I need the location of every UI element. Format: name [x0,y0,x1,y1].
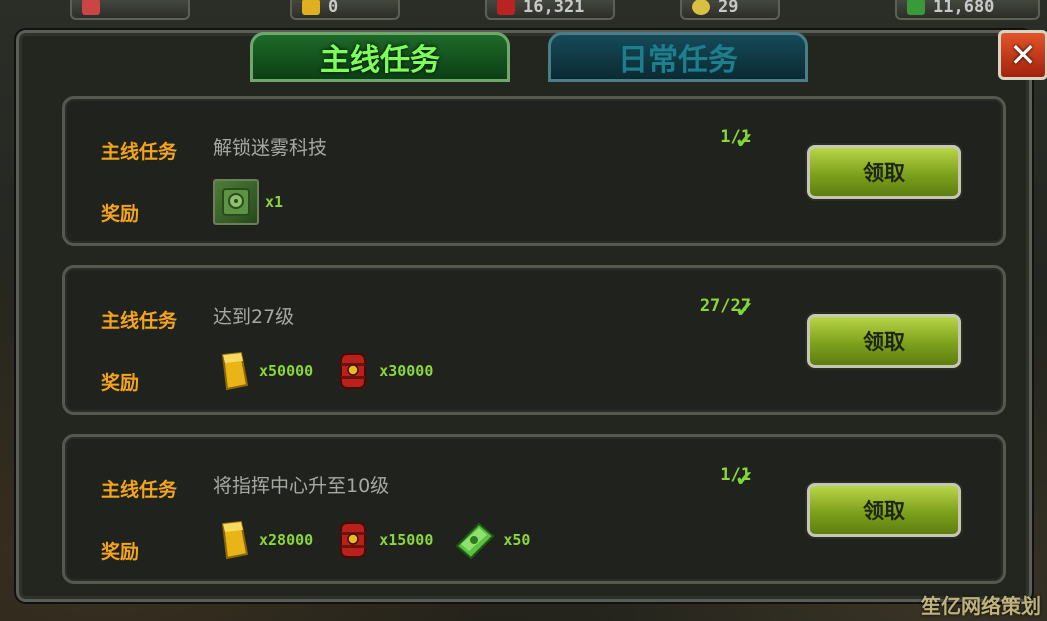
uranium-icon [692,0,710,15]
quest-card: 主线任务 达到27级 27/27 ✔ 奖励 x50000 x30000 领取 [62,265,1006,415]
quest-description: 解锁迷雾科技 [213,137,328,159]
reward-amount: x50000 [259,362,314,380]
gold-icon [302,0,320,15]
resource-bar: 0 16,321 29 11,680 [0,0,1047,26]
watermark: 笙亿网络策划 [921,594,1041,618]
claim-button[interactable]: 领取 [807,145,961,199]
reward-label: 奖励 [101,203,140,225]
reward-amount: x30000 [379,362,434,380]
reward-label: 奖励 [101,541,140,563]
quest-type-label: 主线任务 [101,141,178,163]
quest-type-label: 主线任务 [101,310,178,332]
check-icon: ✔ [735,298,754,323]
check-icon: ✔ [735,129,754,154]
close-button[interactable]: ✕ [998,30,1047,80]
oil-barrel-icon [340,522,367,558]
reward-item: x50000 [213,349,313,393]
resource-slot-1 [70,0,190,20]
cash-icon [907,0,925,15]
resource-slot-4: 29 [680,0,780,20]
resource-value: 29 [718,0,739,17]
quest-card: 主线任务 解锁迷雾科技 1/1 ✔ 奖励 x1 领取 [62,96,1006,246]
reward-list: x1 [213,177,303,227]
tech-book-icon [213,179,259,225]
quest-type-label: 主线任务 [101,479,178,501]
check-icon: ✔ [735,467,754,492]
reward-item: x50 [453,518,530,562]
reward-amount: x50 [503,531,531,549]
resource-value: 0 [328,0,339,17]
reward-amount: x15000 [379,531,434,549]
reward-amount: x28000 [259,531,314,549]
quest-card: 主线任务 将指挥中心升至10级 1/1 ✔ 奖励 x28000 x15000 x… [62,434,1006,584]
resource-slot-5: 11,680 [895,0,1040,20]
reward-amount: x1 [265,193,284,211]
tab-main-quests[interactable]: 主线任务 [250,32,510,82]
quest-description: 将指挥中心升至10级 [213,475,390,497]
oil-barrel-icon [340,353,367,389]
cash-stack-icon [455,522,495,560]
gold-bar-icon [221,351,249,391]
reward-item: x15000 [333,518,433,562]
resource-value: 11,680 [933,0,995,17]
reward-item: x1 [213,179,283,225]
quest-description: 达到27级 [213,306,295,328]
reward-item: x28000 [213,518,313,562]
resource-value: 16,321 [523,0,585,17]
reward-item: x30000 [333,349,433,393]
reward-list: x50000 x30000 [213,346,453,396]
oil-icon [497,0,515,15]
resource-slot-3: 16,321 [485,0,615,20]
reward-label: 奖励 [101,372,140,394]
resource-slot-2: 0 [290,0,400,20]
reward-list: x28000 x15000 x50 [213,515,550,565]
resource-icon [82,0,100,15]
tab-daily-quests[interactable]: 日常任务 [548,32,808,82]
claim-button[interactable]: 领取 [807,483,961,537]
claim-button[interactable]: 领取 [807,314,961,368]
gold-bar-icon [221,520,249,560]
